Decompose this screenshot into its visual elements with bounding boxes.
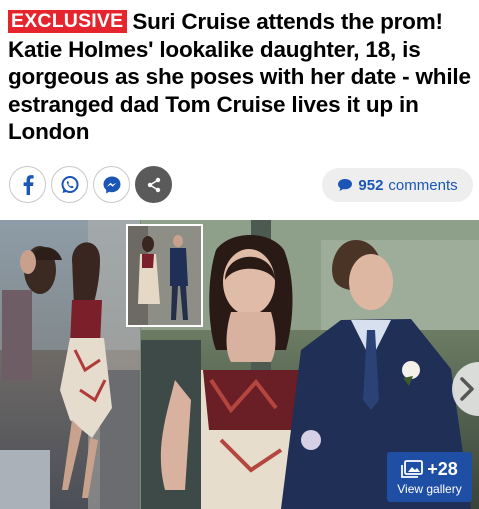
speech-bubble-icon — [338, 179, 353, 191]
share-bar — [9, 166, 172, 203]
article-headline: EXCLUSIVE Suri Cruise attends the prom! K… — [8, 8, 474, 146]
view-gallery-button[interactable]: +28 View gallery — [387, 452, 472, 502]
messenger-share-button[interactable] — [93, 166, 130, 203]
facebook-share-button[interactable] — [9, 166, 46, 203]
view-gallery-label: View gallery — [397, 481, 462, 496]
whatsapp-share-button[interactable] — [51, 166, 88, 203]
inset-photo-tom-cruise — [126, 224, 203, 327]
exclusive-badge: EXCLUSIVE — [8, 10, 128, 33]
share-icon — [147, 177, 160, 192]
comments-button[interactable]: 952 comments — [322, 168, 473, 202]
facebook-icon — [23, 174, 34, 195]
chevron-right-icon — [460, 377, 474, 401]
comments-count: 952 — [358, 176, 384, 194]
messenger-icon — [103, 176, 120, 193]
whatsapp-icon — [61, 175, 78, 193]
photo-girl-street — [0, 220, 140, 509]
more-share-button[interactable] — [135, 166, 172, 203]
photos-icon — [401, 459, 424, 478]
comments-label: comments — [388, 176, 458, 194]
gallery-count: +28 — [427, 458, 458, 479]
